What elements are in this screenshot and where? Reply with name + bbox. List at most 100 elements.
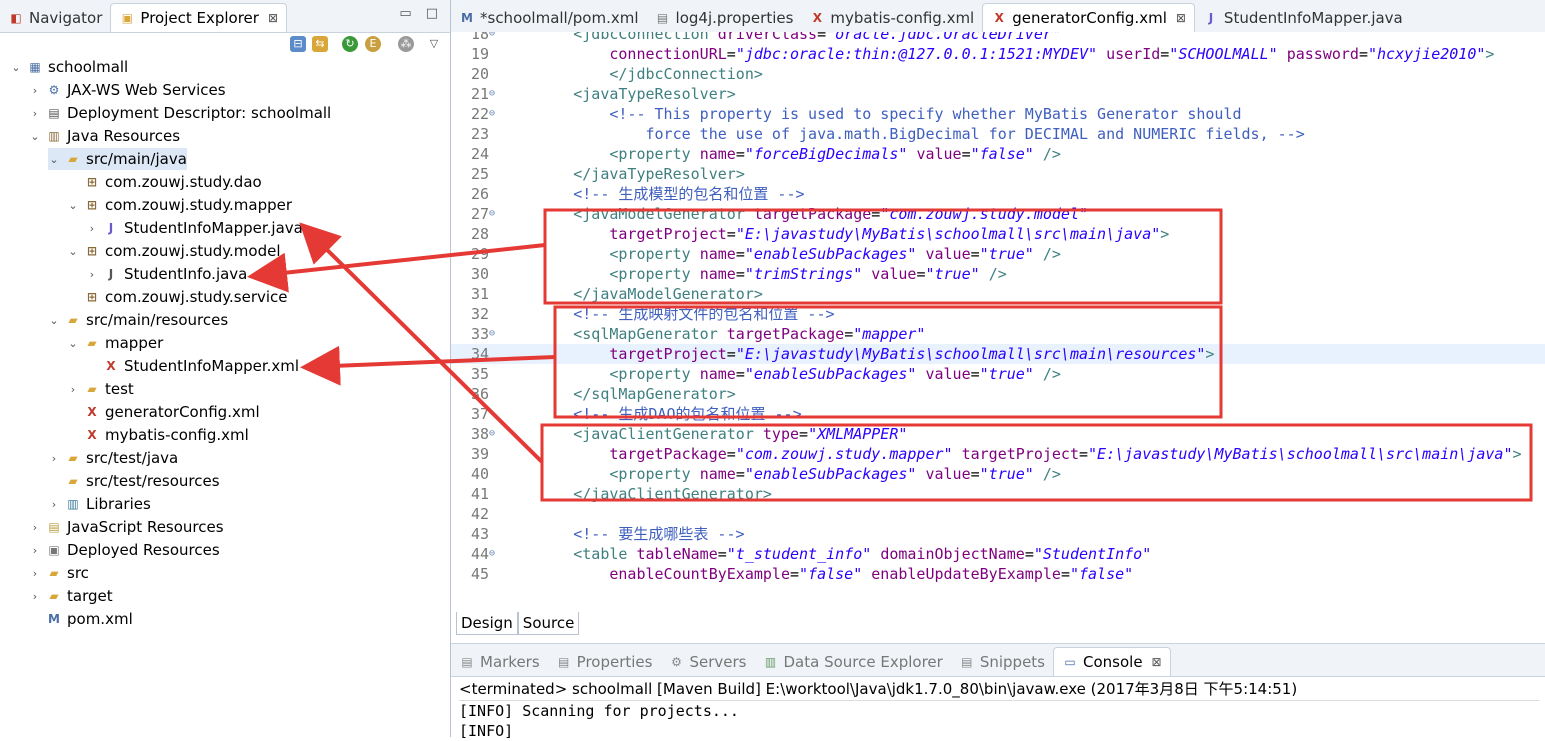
tree-item[interactable]: ▰ src/test/resources [48, 470, 219, 492]
fold-toggle-icon[interactable]: ⊖ [489, 84, 499, 104]
tree-item[interactable]: › ▰ test [67, 378, 134, 400]
code-line[interactable]: 36 </sqlMapGenerator> [451, 384, 1545, 404]
tree-item[interactable]: ⌄ ▥ Java Resources [29, 125, 180, 147]
code-line[interactable]: 19 connectionURL="jdbc:oracle:thin:@127.… [451, 44, 1545, 64]
code-line[interactable]: 40 <property name="enableSubPackages" va… [451, 464, 1545, 484]
view-menu-icon[interactable]: ▽ [426, 36, 442, 52]
chevron-right-icon[interactable]: › [29, 107, 41, 120]
chevron-right-icon[interactable]: › [48, 452, 60, 465]
chevron-right-icon[interactable]: › [29, 567, 41, 580]
code-line[interactable]: 42 [451, 504, 1545, 524]
code-line[interactable]: 45 enableCountByExample="false" enableUp… [451, 564, 1545, 584]
code-line[interactable]: 43 <!-- 要生成哪些表 --> [451, 524, 1545, 544]
code-line[interactable]: 23 force the use of java.math.BigDecimal… [451, 124, 1545, 144]
code-line[interactable]: 35 <property name="enableSubPackages" va… [451, 364, 1545, 384]
tree-item[interactable]: ⊞ com.zouwj.study.service [67, 286, 288, 308]
editor-tab[interactable]: Xmybatis-config.xml [801, 4, 982, 32]
tree-item[interactable]: ⊞ com.zouwj.study.dao [67, 171, 262, 193]
editor-tab[interactable]: XgeneratorConfig.xml ⊠ [982, 3, 1195, 32]
editor-tab[interactable]: M *schoolmall/pom.xml [451, 4, 647, 32]
code-line[interactable]: 39 targetPackage="com.zouwj.study.mapper… [451, 444, 1545, 464]
code-line[interactable]: 25 </javaTypeResolver> [451, 164, 1545, 184]
code-line[interactable]: 20 </jdbcConnection> [451, 64, 1545, 84]
chevron-down-icon[interactable]: ⌄ [67, 337, 79, 350]
chevron-down-icon[interactable]: ⌄ [48, 153, 60, 166]
tree-item[interactable]: ⌄ ⊞ com.zouwj.study.mapper [67, 194, 292, 216]
tree-item[interactable]: › J StudentInfoMapper.java [86, 217, 303, 239]
chevron-right-icon[interactable]: › [48, 498, 60, 511]
bottom-tab[interactable]: ▤ Snippets [951, 648, 1053, 676]
filter-icon[interactable]: ⁂ [398, 36, 414, 52]
fold-toggle-icon[interactable]: ⊖ [489, 204, 499, 224]
tree-item[interactable]: › J StudentInfo.java [86, 263, 248, 285]
code-line[interactable]: 26 <!-- 生成模型的包名和位置 --> [451, 184, 1545, 204]
tree-item[interactable]: X StudentInfoMapper.xml [86, 355, 299, 377]
link-editor-icon[interactable]: ⇆ [312, 36, 328, 52]
tree-item[interactable]: Mpom.xml [29, 608, 133, 630]
fold-toggle-icon[interactable]: ⊖ [489, 424, 499, 444]
tree-item[interactable]: › ▰ src [29, 562, 89, 584]
code-line[interactable]: 27 ⊖ <javaModelGenerator targetPackage="c… [451, 204, 1545, 224]
code-line[interactable]: 33 ⊖ <sqlMapGenerator targetPackage="mapp… [451, 324, 1545, 344]
chevron-down-icon[interactable]: ⌄ [48, 314, 60, 327]
code-line[interactable]: 30 <property name="trimStrings" value="t… [451, 264, 1545, 284]
chevron-right-icon[interactable]: › [29, 590, 41, 603]
code-line[interactable]: 31 </javaModelGenerator> [451, 284, 1545, 304]
chevron-right-icon[interactable]: › [29, 544, 41, 557]
chevron-right-icon[interactable]: › [86, 222, 98, 235]
maximize-icon[interactable]: □ [426, 6, 438, 21]
tab-design[interactable]: Design [456, 612, 518, 635]
code-line[interactable]: 37 <!-- 生成DAO的包名和位置 --> [451, 404, 1545, 424]
chevron-down-icon[interactable]: ⌄ [29, 130, 41, 143]
tree-item[interactable]: ⌄ ▰ src/main/java [48, 148, 187, 170]
tree-item[interactable]: › ▰ src/test/java [48, 447, 178, 469]
code-line[interactable]: 32 <!-- 生成映射文件的包名和位置 --> [451, 304, 1545, 324]
tab-project-explorer[interactable]: ▣ Project Explorer ⊠ [110, 3, 288, 32]
code-line[interactable]: 38 ⊖ <javaClientGenerator type="XMLMAPPER… [451, 424, 1545, 444]
editor-tab[interactable]: ▤ log4j.properties [647, 4, 802, 32]
code-line[interactable]: 21 ⊖ <javaTypeResolver> [451, 84, 1545, 104]
collapse-all-icon[interactable]: ⊟ [290, 36, 306, 52]
bottom-tab[interactable]: ⚙ Servers [660, 648, 754, 676]
bottom-tab[interactable]: ▤ Properties [548, 648, 661, 676]
chevron-down-icon[interactable]: ⌄ [67, 245, 79, 258]
tab-navigator[interactable]: ◧ Navigator [0, 4, 110, 32]
close-icon[interactable]: ⊠ [1152, 655, 1162, 669]
code-line[interactable]: 24 <property name="forceBigDecimals" val… [451, 144, 1545, 164]
close-icon[interactable]: ⊠ [268, 11, 278, 25]
refresh-icon[interactable]: ↻ [342, 36, 358, 52]
tree-item[interactable]: ⌄ ▦ schoolmall [10, 56, 128, 78]
tab-source[interactable]: Source [517, 612, 580, 635]
chevron-right-icon[interactable]: › [29, 84, 41, 97]
code-line[interactable]: 18 ⊖ <jdbcConnection driverClass="oracle.… [451, 32, 1545, 44]
fold-toggle-icon[interactable]: ⊖ [489, 32, 499, 44]
tree-item[interactable]: › ▣ Deployed Resources [29, 539, 220, 561]
tree-item[interactable]: ⌄ ⊞ com.zouwj.study.model [67, 240, 280, 262]
fold-toggle-icon[interactable]: ⊖ [489, 104, 499, 124]
tree-item[interactable]: › ▥ Libraries [48, 493, 151, 515]
bottom-tab[interactable]: ▤ Markers [451, 648, 548, 676]
chevron-down-icon[interactable]: ⌄ [67, 199, 79, 212]
fold-toggle-icon[interactable]: ⊖ [489, 324, 499, 344]
code-line[interactable]: 34 targetProject="E:\javastudy\MyBatis\s… [451, 344, 1545, 364]
run-icon[interactable]: E [365, 36, 381, 52]
tree-item[interactable]: › ▰ target [29, 585, 113, 607]
chevron-down-icon[interactable]: ⌄ [10, 61, 22, 74]
tree-item[interactable]: › ▤ Deployment Descriptor: schoolmall [29, 102, 331, 124]
bottom-tab[interactable]: ▥ Data Source Explorer [755, 648, 951, 676]
bottom-tab[interactable]: ▭ Console ⊠ [1053, 647, 1171, 676]
close-icon[interactable]: ⊠ [1176, 11, 1186, 25]
fold-toggle-icon[interactable]: ⊖ [489, 544, 499, 564]
code-line[interactable]: 22 ⊖ <!-- This property is used to specif… [451, 104, 1545, 124]
tree-item[interactable]: Xmybatis-config.xml [67, 424, 248, 446]
code-editor[interactable]: ‹ 18⊖ <jdbcConnection driverClass="oracl… [451, 32, 1545, 592]
code-line[interactable]: 29 <property name="enableSubPackages" va… [451, 244, 1545, 264]
code-line[interactable]: 44 ⊖ <table tableName="t_student_info" do… [451, 544, 1545, 564]
chevron-right-icon[interactable]: › [29, 521, 41, 534]
code-line[interactable]: 41 </javaClientGenerator> [451, 484, 1545, 504]
tree-item[interactable]: XgeneratorConfig.xml [67, 401, 259, 423]
tree-item[interactable]: › ▤ JavaScript Resources [29, 516, 224, 538]
code-line[interactable]: 28 targetProject="E:\javastudy\MyBatis\s… [451, 224, 1545, 244]
chevron-right-icon[interactable]: › [86, 268, 98, 281]
minimize-icon[interactable]: ▭ [399, 6, 411, 21]
